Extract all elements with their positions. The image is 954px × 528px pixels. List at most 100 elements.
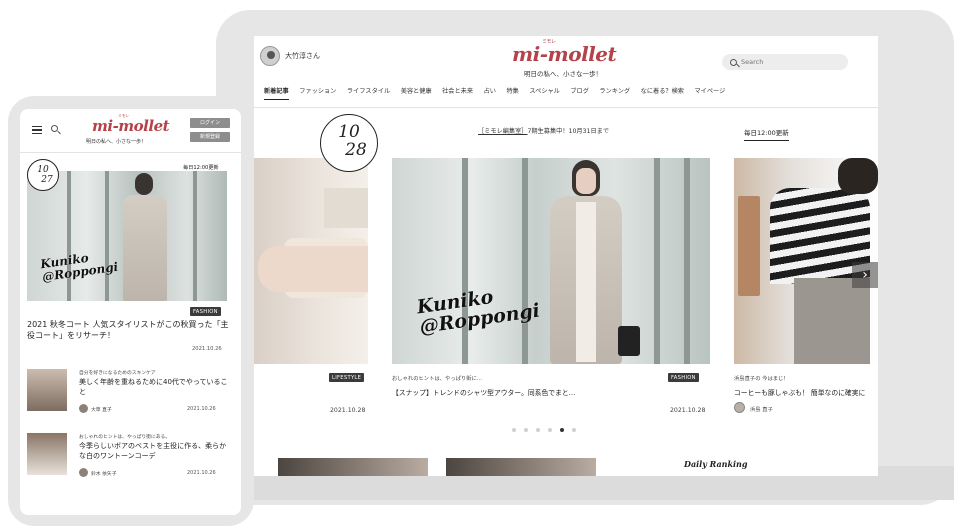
- carousel-dot[interactable]: [536, 428, 540, 432]
- hero-headline[interactable]: 2021 秋冬コート 人気スタイリストがこの秋買った「主役コート」をリサーチ！: [27, 319, 233, 341]
- search-icon[interactable]: [51, 125, 58, 132]
- user-menu[interactable]: 大竹淳さん: [260, 46, 320, 66]
- carousel-dot-active[interactable]: [560, 428, 564, 432]
- article-thumbnail[interactable]: [446, 458, 596, 476]
- date-month: 10: [338, 122, 360, 142]
- date-day: 27: [41, 175, 53, 185]
- nav-item-mypage[interactable]: マイページ: [694, 86, 725, 100]
- user-avatar[interactable]: [260, 46, 280, 66]
- user-name[interactable]: 大竹淳さん: [285, 51, 320, 61]
- device-mockup-stage: 大竹淳さん ミモレ mi-mollet 明日の私へ、小さな一歩！ 新着記事 ファ…: [0, 0, 954, 528]
- author-name[interactable]: 大草 直子: [91, 406, 112, 413]
- slide-image-fashion[interactable]: Kuniko @Roppongi: [392, 158, 710, 364]
- main-nav: 新着記事 ファッション ライフスタイル 美容と健康 社会と未来 占い 特集 スペ…: [264, 86, 736, 100]
- article-thumbnail[interactable]: [27, 369, 67, 411]
- tablet-container: 大竹淳さん ミモレ mi-mollet 明日の私へ、小さな一歩！ 新着記事 ファ…: [216, 10, 954, 505]
- nav-item-beauty[interactable]: 美容と健康: [401, 86, 432, 100]
- nav-item-feature[interactable]: 特集: [506, 86, 518, 100]
- nav-item-outfit-search[interactable]: なに着る？検索: [641, 86, 684, 100]
- slide-subtitle: おしゃれのヒントは、やっぱり街に…: [392, 376, 483, 382]
- article-subtitle: 自分を好きになるためのスキンケア: [79, 371, 156, 376]
- register-button[interactable]: 新規登録: [190, 132, 230, 142]
- arm-shape: [258, 246, 368, 292]
- search-icon: [730, 58, 737, 66]
- mobile-header: ミモレ mi-mollet 明日の私へ、小さな一歩！ ログイン 新規登録: [20, 109, 241, 153]
- site-logo[interactable]: ミモレ mi-mollet: [512, 39, 617, 66]
- slide-image-column[interactable]: [734, 158, 878, 364]
- pillar-shape: [684, 158, 690, 364]
- menu-icon[interactable]: [32, 126, 42, 134]
- carousel-dot[interactable]: [572, 428, 576, 432]
- logo-text: mi-mollet: [512, 42, 617, 66]
- author-avatar: [79, 404, 88, 413]
- site-header: 大竹淳さん ミモレ mi-mollet 明日の私へ、小さな一歩！ 新着記事 ファ…: [254, 36, 878, 108]
- slide-title[interactable]: 【スナップ】トレンドのシャツ型アウター。同系色でまと…: [392, 387, 575, 397]
- nav-item-society[interactable]: 社会と未来: [442, 86, 473, 100]
- category-tag[interactable]: FASHION: [668, 373, 699, 382]
- carousel-dot[interactable]: [524, 428, 528, 432]
- carousel-dots: [512, 428, 576, 432]
- notice-banner[interactable]: ［ミモレ編集室］7期生募集中！10月31日まで: [478, 126, 609, 135]
- search-input[interactable]: [741, 58, 837, 66]
- hair-shape: [135, 173, 153, 195]
- date-badge: 10 27: [27, 159, 59, 191]
- login-button[interactable]: ログイン: [190, 118, 230, 128]
- inner-shape: [576, 202, 596, 362]
- notice-link[interactable]: ［ミモレ編集室］: [478, 128, 528, 135]
- category-tag[interactable]: FASHION: [190, 307, 221, 316]
- slide-subtitle: 浜島直子の 今はまじ！: [734, 376, 789, 382]
- hero-image[interactable]: Kuniko @Roppongi: [27, 171, 227, 301]
- category-tag[interactable]: LIFESTYLE: [329, 373, 365, 382]
- carousel-next-button[interactable]: ›: [852, 262, 878, 288]
- nav-item-fortune[interactable]: 占い: [484, 86, 496, 100]
- skirt-shape: [794, 278, 870, 364]
- nav-item-new[interactable]: 新着記事: [264, 86, 289, 100]
- slide-title[interactable]: コーヒーも豚しゃぶも！ 簡単なのに確実に: [734, 387, 865, 397]
- article-thumbnail[interactable]: [278, 458, 428, 476]
- hair-shape: [838, 158, 878, 194]
- article-title[interactable]: 今季らしいボアのベストを主役に作る、柔らかな白のワントーンコーデ: [79, 441, 229, 461]
- search-box[interactable]: [722, 54, 848, 70]
- shelf-shape: [324, 188, 368, 228]
- notice-text: 7期生募集中！10月31日まで: [527, 128, 610, 135]
- article-title[interactable]: 美しく年齢を重ねるために40代でやっていること: [79, 377, 229, 397]
- nav-item-fashion[interactable]: ファッション: [299, 86, 336, 100]
- face-shape: [576, 168, 596, 194]
- author-name[interactable]: 鈴木 依矢子: [91, 470, 117, 477]
- article-thumbnail[interactable]: [27, 433, 67, 475]
- phone-frame: ミモレ mi-mollet 明日の私へ、小さな一歩！ ログイン 新規登録 Kun…: [8, 96, 254, 526]
- ranking-heading: Daily Ranking: [684, 459, 748, 469]
- logo-ruby: ミモレ: [542, 39, 556, 45]
- author-avatar: [734, 402, 745, 413]
- shelf-shape: [738, 196, 760, 296]
- author-avatar: [79, 468, 88, 477]
- carousel-dot[interactable]: [548, 428, 552, 432]
- phone-screen: ミモレ mi-mollet 明日の私へ、小さな一歩！ ログイン 新規登録 Kun…: [20, 109, 241, 515]
- slide-image-lifestyle[interactable]: [254, 158, 368, 364]
- author-name[interactable]: 浜島 直子: [750, 405, 773, 413]
- daily-update-label: 毎日12:00更新: [183, 165, 219, 171]
- site-logo[interactable]: ミモレ mi-mollet: [92, 113, 170, 135]
- nav-item-blog[interactable]: ブログ: [570, 86, 589, 100]
- list-item[interactable]: おしゃれのヒントは、やっぱり街にある。 今季らしいボアのベストを主役に作る、柔ら…: [27, 433, 233, 483]
- pillar-shape: [462, 158, 468, 364]
- hero-date: 2021.10.26: [192, 346, 222, 352]
- date-day: 28: [345, 140, 367, 160]
- pillar-shape: [105, 171, 109, 301]
- site-tagline: 明日の私へ、小さな一歩！: [524, 70, 602, 78]
- nav-item-lifestyle[interactable]: ライフスタイル: [347, 86, 390, 100]
- pillar-shape: [522, 158, 528, 364]
- nav-item-special[interactable]: スペシャル: [529, 86, 560, 100]
- slide-date: 2021.10.28: [670, 407, 706, 414]
- logo-ruby: ミモレ: [118, 113, 129, 118]
- nav-item-ranking[interactable]: ランキング: [599, 86, 630, 100]
- carousel-dot[interactable]: [512, 428, 516, 432]
- daily-update-label: 毎日12:00更新: [744, 127, 789, 141]
- site-tagline: 明日の私へ、小さな一歩！: [86, 139, 147, 145]
- list-item[interactable]: 自分を好きになるためのスキンケア 美しく年齢を重ねるために40代でやっていること…: [27, 369, 233, 419]
- pillar-shape: [654, 158, 660, 364]
- logo-text: mi-mollet: [92, 117, 170, 135]
- article-subtitle: おしゃれのヒントは、やっぱり街にある。: [79, 435, 171, 440]
- date-badge: 10 28: [320, 114, 378, 172]
- coat-shape: [123, 195, 167, 301]
